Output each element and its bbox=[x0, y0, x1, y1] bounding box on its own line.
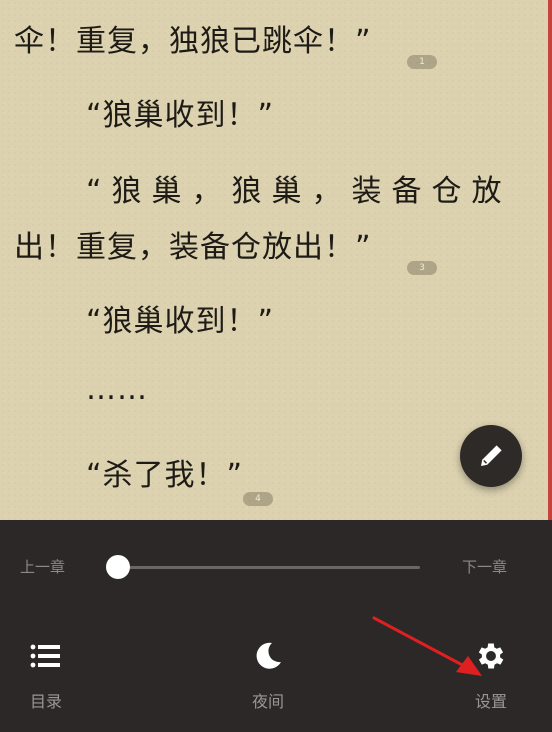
chapter-progress-slider[interactable] bbox=[106, 555, 420, 579]
reading-page[interactable]: 伞！重复，独狼已跳伞！” 1 “狼巢收到！” “狼巢，狼巢，装备仓放 出！重复，… bbox=[0, 0, 552, 520]
text-line: …… bbox=[86, 372, 148, 407]
annotation-marker[interactable]: 4 bbox=[243, 492, 273, 506]
list-icon bbox=[30, 644, 60, 668]
moon-icon bbox=[256, 642, 281, 669]
gear-icon bbox=[478, 643, 504, 669]
settings-button[interactable]: 设置 bbox=[451, 638, 531, 712]
slider-handle[interactable] bbox=[106, 555, 130, 579]
pen-icon bbox=[481, 445, 502, 466]
annotation-marker[interactable]: 1 bbox=[407, 55, 437, 69]
text-line: 出！重复，装备仓放出！” bbox=[14, 230, 372, 265]
text-line: “狼巢收到！” bbox=[86, 304, 275, 339]
annotation-marker[interactable]: 3 bbox=[407, 261, 437, 275]
text-line: “杀了我！” bbox=[86, 458, 244, 493]
prev-chapter-button[interactable]: 上一章 bbox=[20, 556, 65, 577]
text-line: 伞！重复，独狼已跳伞！” bbox=[14, 24, 372, 59]
night-mode-button[interactable]: 夜间 bbox=[228, 638, 308, 712]
settings-label: 设置 bbox=[474, 692, 507, 711]
text-line: “狼巢收到！” bbox=[86, 98, 275, 133]
text-line: “狼巢，狼巢，装备仓放 bbox=[86, 174, 512, 209]
annotate-button[interactable] bbox=[460, 425, 522, 487]
reader-control-panel: 上一章 下一章 目录 夜间 设置 bbox=[0, 520, 552, 732]
next-chapter-button[interactable]: 下一章 bbox=[462, 556, 507, 577]
night-mode-label: 夜间 bbox=[251, 692, 284, 711]
toc-button[interactable]: 目录 bbox=[6, 638, 86, 712]
toc-label: 目录 bbox=[29, 692, 62, 711]
